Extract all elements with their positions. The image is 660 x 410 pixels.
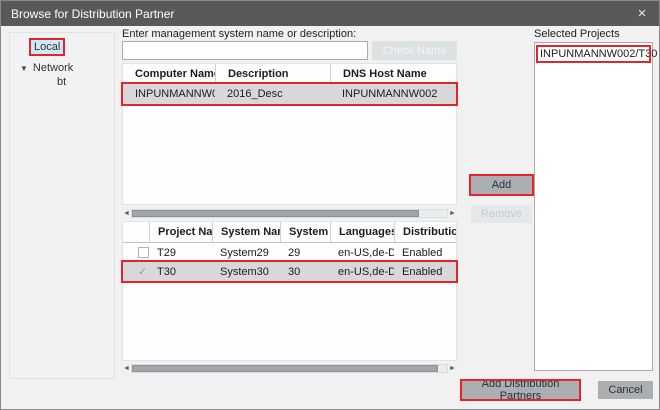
system-id-cell: 30 — [280, 262, 330, 281]
projects-table-header: Project Name System Name System ID Langu… — [123, 222, 456, 243]
column-header[interactable]: Distribution — [394, 222, 456, 242]
dns-host-name-cell: INPUNMANNW002 — [330, 84, 456, 104]
checkbox-unchecked[interactable] — [138, 247, 149, 258]
add-distribution-partners-button[interactable]: Add Distribution Partners — [462, 381, 579, 399]
tree-item-network[interactable]: ▼ Network — [20, 62, 114, 74]
chevron-down-icon[interactable]: ▼ — [20, 64, 28, 73]
list-item-selected-project[interactable]: INPUNMANNW002/T30 — [538, 47, 649, 61]
scroll-left-icon[interactable]: ◄ — [122, 208, 131, 219]
check-name-button[interactable]: Check Name — [372, 41, 457, 60]
computer-name-cell: INPUNMANNW002 — [123, 84, 215, 104]
add-button[interactable]: Add — [471, 176, 532, 194]
scroll-right-icon[interactable]: ► — [448, 208, 457, 219]
system-name-cell: System30 — [212, 262, 280, 281]
projects-table-hscrollbar[interactable]: ◄ ► — [122, 363, 457, 374]
checkbox-column-header — [123, 222, 149, 242]
column-header[interactable]: Computer Name — [123, 64, 215, 83]
project-name-cell: T30 — [149, 262, 212, 281]
languages-cell: en-US,de-DE — [330, 262, 394, 281]
column-header[interactable]: System ID — [280, 222, 330, 242]
column-header[interactable]: Project Name — [149, 222, 212, 242]
tree-item-local[interactable]: Local — [31, 40, 63, 54]
browse-distribution-partner-dialog: Browse for Distribution Partner × Local … — [0, 0, 660, 410]
titlebar: Browse for Distribution Partner × — [1, 1, 659, 26]
column-header[interactable]: Description — [215, 64, 330, 83]
computers-table: Computer Name Description DNS Host Name … — [122, 63, 457, 205]
table-row-computer[interactable]: INPUNMANNW002 2016_Desc INPUNMANNW002 — [123, 84, 456, 104]
selected-projects-label: Selected Projects — [534, 28, 620, 40]
project-name-cell: T29 — [149, 243, 212, 262]
location-tree: Local ▼ Network bt — [9, 32, 115, 379]
scrollbar-thumb[interactable] — [132, 365, 438, 372]
distribution-cell: Enabled — [394, 262, 456, 281]
close-icon[interactable]: × — [625, 1, 659, 26]
cancel-button[interactable]: Cancel — [598, 381, 653, 399]
scroll-right-icon[interactable]: ► — [448, 363, 457, 374]
column-header[interactable]: Languages — [330, 222, 394, 242]
system-name-cell: System29 — [212, 243, 280, 262]
description-cell: 2016_Desc — [215, 84, 330, 104]
column-header[interactable]: DNS Host Name — [330, 64, 456, 83]
computers-table-header: Computer Name Description DNS Host Name — [123, 64, 456, 84]
tree-item-network-label: Network — [33, 62, 73, 74]
column-header[interactable]: System Name — [212, 222, 280, 242]
check-icon[interactable]: ✓ — [138, 265, 147, 278]
system-name-input[interactable] — [122, 41, 368, 60]
scrollbar-track[interactable] — [131, 364, 448, 373]
scroll-left-icon[interactable]: ◄ — [122, 363, 131, 374]
table-row-project[interactable]: ✓ T30 System30 30 en-US,de-DE Enabled — [123, 262, 456, 281]
distribution-cell: Enabled — [394, 243, 456, 262]
system-name-label: Enter management system name or descript… — [122, 28, 356, 40]
tree-item-bt[interactable]: bt — [57, 76, 114, 88]
dialog-title: Browse for Distribution Partner — [11, 7, 625, 21]
projects-table: Project Name System Name System ID Langu… — [122, 221, 457, 361]
computers-table-hscrollbar[interactable]: ◄ ► — [122, 208, 457, 219]
system-id-cell: 29 — [280, 243, 330, 262]
scrollbar-thumb[interactable] — [132, 210, 419, 217]
remove-button[interactable]: Remove — [471, 205, 532, 223]
selected-projects-list: INPUNMANNW002/T30 — [534, 42, 653, 371]
languages-cell: en-US,de-DE — [330, 243, 394, 262]
table-row-project[interactable]: T29 System29 29 en-US,de-DE Enabled — [123, 243, 456, 262]
scrollbar-track[interactable] — [131, 209, 448, 218]
